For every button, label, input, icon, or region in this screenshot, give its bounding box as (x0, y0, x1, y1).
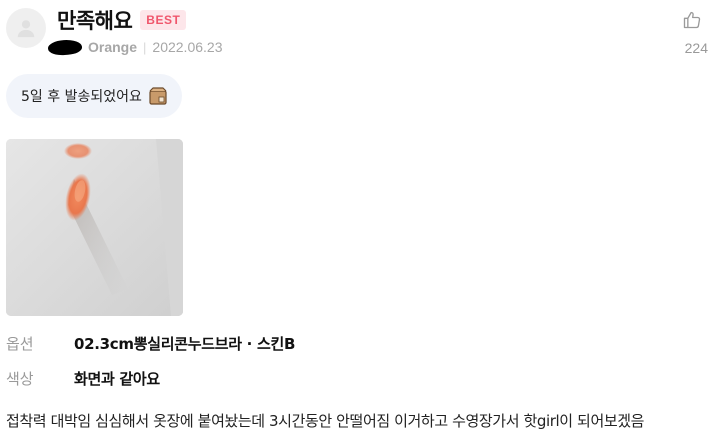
meta-separator: | (143, 39, 147, 55)
user-tier: Orange (88, 39, 138, 55)
review-title: 만족해요 (57, 9, 133, 33)
like-button[interactable] (680, 8, 704, 32)
photo-thumbnail (6, 139, 183, 316)
best-badge: BEST (140, 10, 187, 30)
user-silhouette-icon (17, 20, 35, 38)
review-title-row: 만족해요 BEST (57, 5, 187, 35)
shipping-note: 5일 후 발송되었어요 (21, 89, 142, 105)
review-meta: Orange | 2022.06.23 (47, 38, 223, 56)
color-label: 색상 (6, 370, 34, 388)
review-photo[interactable] (6, 139, 183, 316)
avatar[interactable] (6, 8, 46, 48)
option-row-option: 옵션 02.3cm뽕실리콘누드브라 · 스킨B (6, 333, 295, 354)
review-card: 만족해요 BEST Orange | 2022.06.23 224 5일 후 발… (0, 0, 718, 443)
box-icon (149, 87, 167, 105)
thumbs-up-icon (683, 11, 701, 29)
option-value: 02.3cm뽕실리콘누드브라 · 스킨B (74, 335, 296, 353)
like-count: 224 (684, 40, 708, 56)
redacted-username (47, 38, 83, 56)
review-body-text: 접착력 대박임 심심해서 옷장에 붙여놨는데 3시간동안 안떨어짐 이거하고 수… (6, 412, 645, 430)
shipping-info-chip: 5일 후 발송되었어요 (6, 74, 182, 118)
review-date: 2022.06.23 (152, 39, 223, 55)
option-label: 옵션 (6, 335, 34, 353)
option-row-color: 색상 화면과 같아요 (6, 368, 160, 389)
color-value: 화면과 같아요 (74, 370, 160, 388)
